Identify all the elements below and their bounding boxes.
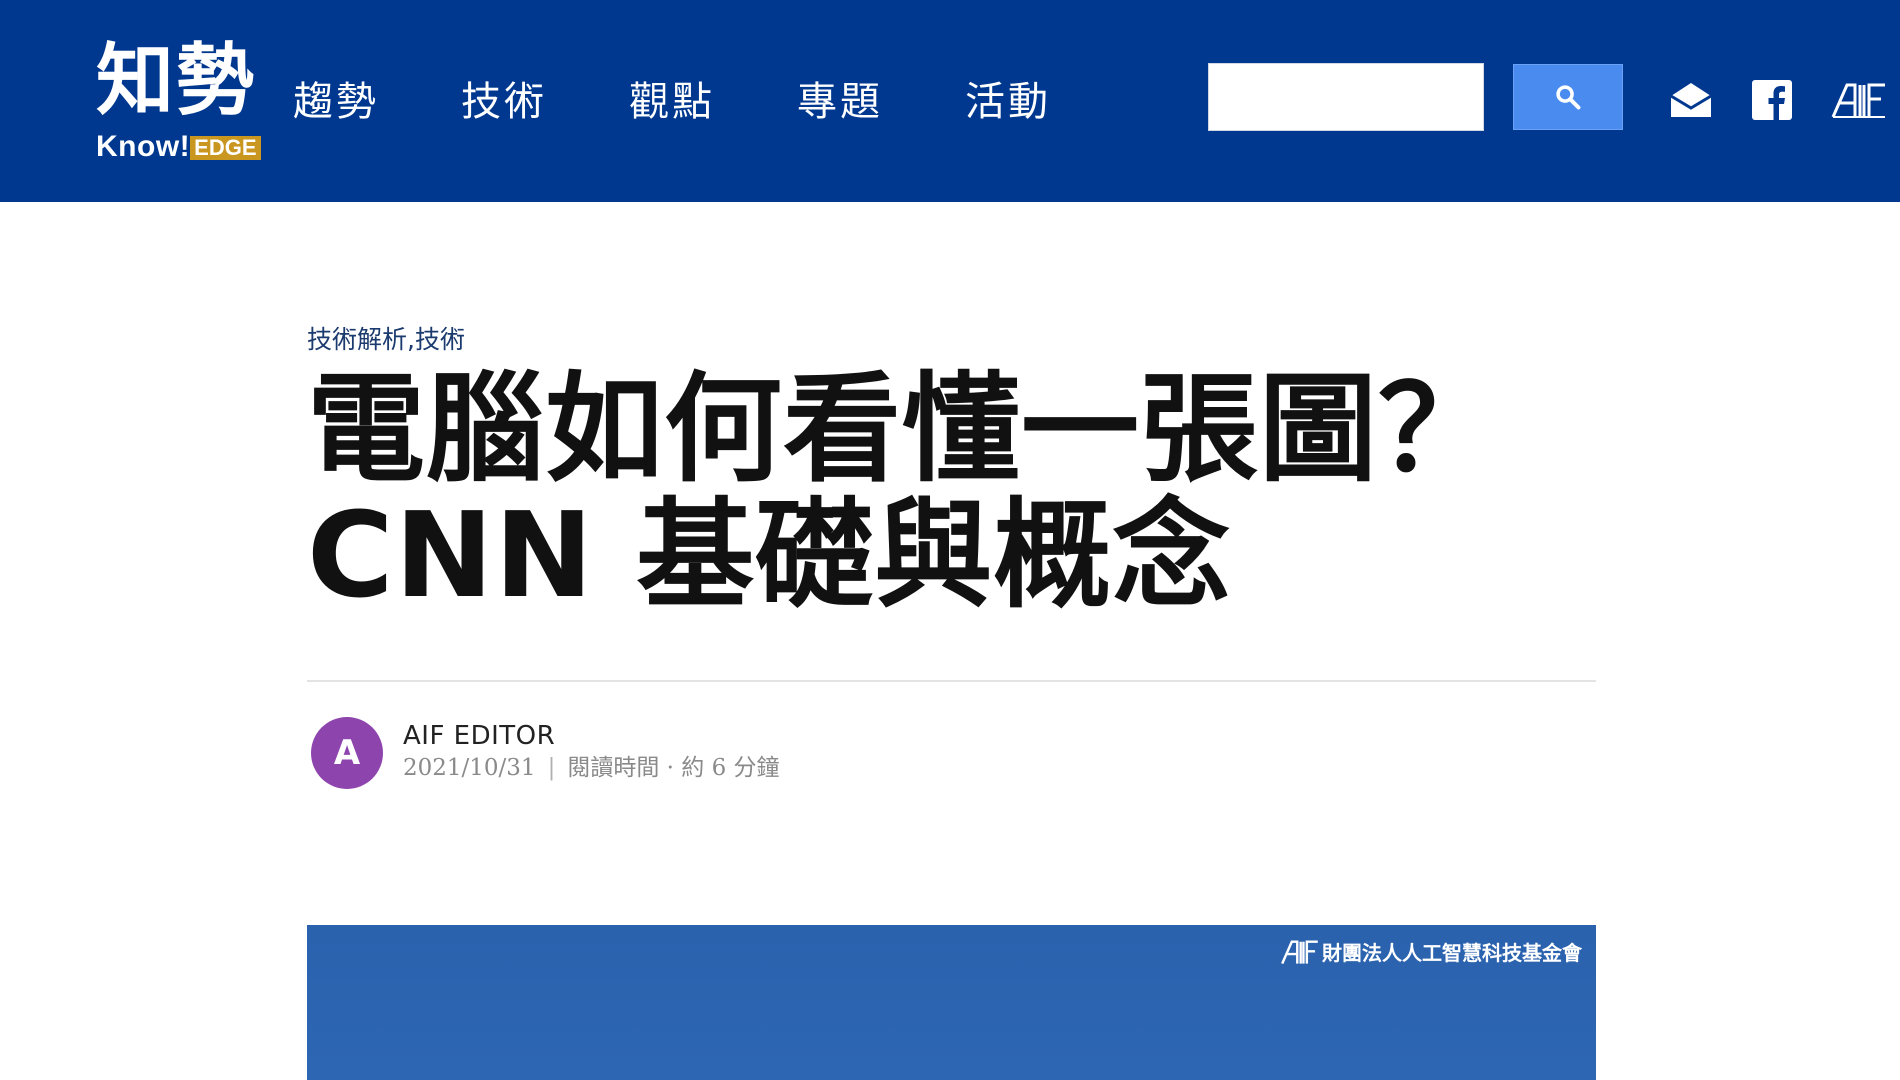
nav-item-trends[interactable]: 趨勢 [293,74,379,130]
mail-icon[interactable] [1667,80,1715,120]
article-title-line-1: 電腦如何看懂一張圖？ [307,360,1498,498]
site-logo[interactable]: 知勢 Know! EDGE [96,36,276,166]
nav-item-topics[interactable]: 專題 [797,74,883,130]
aif-logo-icon [1281,940,1318,964]
reading-time: 閱讀時間 · 約 6 分鐘 [567,755,780,781]
logo-edge-badge: EDGE [190,136,261,160]
facebook-icon[interactable] [1752,80,1792,120]
divider [307,680,1596,682]
logo-know-text: Know! [96,130,191,163]
nav-item-technology[interactable]: 技術 [461,74,547,130]
search-input[interactable] [1208,63,1484,131]
author-avatar[interactable]: A [311,717,383,789]
logo-english-text: Know! EDGE [96,132,261,162]
article-title-line-2: CNN 基礎與概念 [307,486,1232,624]
hero-organization-name: 財團法人人工智慧科技基金會 [1322,941,1582,965]
nav-item-viewpoints[interactable]: 觀點 [629,74,715,130]
article-category[interactable]: 技術解析,技術 [307,322,465,358]
nav-item-events[interactable]: 活動 [965,74,1051,130]
meta-separator: | [547,755,556,781]
aif-logo-icon[interactable] [1831,80,1887,120]
article-meta: 2021/10/31 | 閱讀時間 · 約 6 分鐘 [403,752,780,784]
logo-chinese-text: 知勢 [96,36,257,126]
hero-organization-logo: 財團法人人工智慧科技基金會 [1280,937,1582,966]
search-button[interactable] [1513,64,1623,130]
publish-date: 2021/10/31 [403,755,536,781]
search-icon [1556,85,1581,110]
author-name[interactable]: AIF EDITOR [403,718,555,754]
site-header: 知勢 Know! EDGE 趨勢 技術 觀點 專題 活動 [0,0,1900,202]
hero-image: 財團法人人工智慧科技基金會 [307,925,1596,1080]
